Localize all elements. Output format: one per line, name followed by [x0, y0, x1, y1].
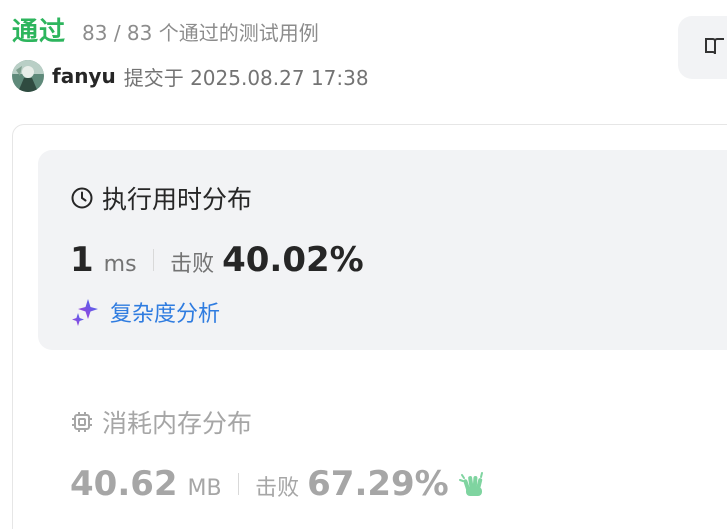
runtime-title: 执行用时分布 — [102, 185, 253, 214]
memory-metric: 40.62 MB 击败 67.29% — [70, 464, 487, 504]
test-count: 83 / 83 个通过的测试用例 — [82, 21, 319, 45]
memory-beat-percent: 67.29% — [307, 464, 449, 504]
clock-icon — [70, 186, 94, 210]
runtime-beat-label: 击败 — [170, 252, 215, 277]
memory-unit: MB — [187, 476, 222, 501]
solution-book-button[interactable] — [678, 16, 727, 79]
avatar[interactable] — [12, 60, 44, 92]
metric-divider — [152, 249, 155, 271]
chip-icon — [70, 410, 94, 434]
clapping-hands-icon — [457, 469, 487, 499]
runtime-beat-percent: 40.02% — [222, 240, 364, 280]
username[interactable]: fanyu — [52, 64, 116, 88]
memory-value: 40.62 — [70, 464, 178, 504]
memory-title: 消耗内存分布 — [102, 409, 253, 438]
submission-result-page: 通过 83 / 83 个通过的测试用例 fanyu 提交于 2025.08.27… — [0, 0, 727, 529]
memory-heading[interactable]: 消耗内存分布 — [70, 404, 252, 440]
status-title: 通过 — [12, 17, 67, 47]
sparkle-icon — [70, 297, 100, 327]
complexity-analysis-link[interactable]: 复杂度分析 — [70, 296, 220, 328]
submission-info: fanyu 提交于 2025.08.27 17:38 — [12, 60, 369, 92]
runtime-unit: ms — [103, 252, 137, 277]
status-line: 通过 83 / 83 个通过的测试用例 — [12, 11, 319, 48]
submission-time: 提交于 2025.08.27 17:38 — [123, 65, 369, 90]
memory-beat-label: 击败 — [255, 476, 300, 501]
book-icon — [704, 35, 726, 61]
complexity-analysis-label[interactable]: 复杂度分析 — [110, 296, 220, 328]
metric-divider — [237, 473, 240, 495]
runtime-value: 1 — [70, 240, 94, 280]
runtime-heading: 执行用时分布 — [70, 180, 252, 216]
runtime-metric: 1 ms 击败 40.02% — [70, 240, 364, 280]
